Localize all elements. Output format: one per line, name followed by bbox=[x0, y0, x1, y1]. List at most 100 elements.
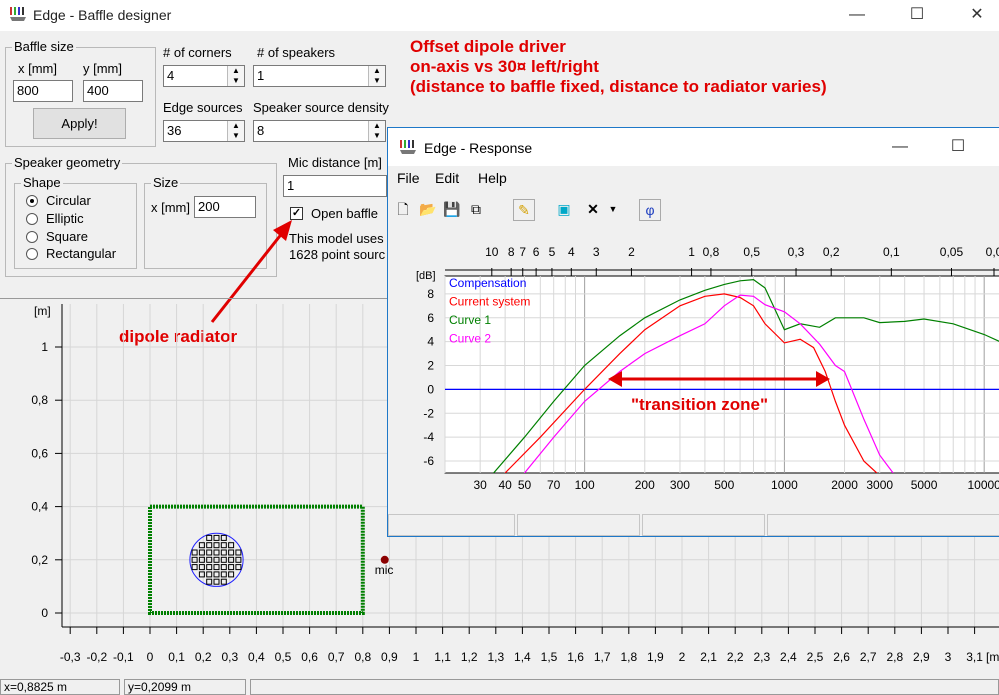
speaker-density-label: Speaker source density bbox=[253, 100, 389, 115]
response-y-tick-label: 6 bbox=[427, 311, 434, 325]
shape-legend: Shape bbox=[21, 175, 63, 190]
shape-circular-radio[interactable] bbox=[26, 195, 38, 207]
plot-x-tick-label: 0,5 bbox=[275, 650, 292, 664]
shape-rectangular-radio[interactable] bbox=[26, 248, 38, 260]
plot-x-tick-label: 1,4 bbox=[514, 650, 531, 664]
response-x-tick-label: 2000 bbox=[831, 478, 858, 492]
response-y-tick-label: -2 bbox=[423, 406, 434, 420]
menu-file[interactable]: File bbox=[397, 170, 420, 186]
dropdown-icon[interactable]: ▼ bbox=[606, 199, 620, 221]
plot-x-tick-label: 0,7 bbox=[328, 650, 345, 664]
response-top-tick-label: 5 bbox=[549, 245, 556, 259]
response-maximize-button[interactable]: ☐ bbox=[938, 134, 978, 160]
baffle-y-label: y [mm] bbox=[83, 61, 122, 76]
plot-x-tick-label: -0,1 bbox=[113, 650, 134, 664]
response-status-4 bbox=[767, 514, 999, 536]
plot-x-tick-label: 0,1 bbox=[168, 650, 185, 664]
phi-icon[interactable]: φ bbox=[639, 199, 661, 221]
response-x-tick-label: 10000 bbox=[967, 478, 999, 492]
speaker-geometry-legend: Speaker geometry bbox=[12, 155, 123, 170]
shape-rectangular-label: Rectangular bbox=[46, 246, 117, 261]
corners-input[interactable]: 4 ▲ ▼ bbox=[163, 65, 245, 87]
response-y-tick-label: 4 bbox=[427, 335, 434, 349]
response-minimize-button[interactable]: — bbox=[880, 134, 920, 160]
cube-icon[interactable]: ▣ bbox=[553, 199, 575, 221]
response-x-tick-label: 1000 bbox=[771, 478, 798, 492]
plot-x-tick-label: 0,9 bbox=[381, 650, 398, 664]
corners-label: # of corners bbox=[163, 45, 232, 60]
response-top-tick-label: 0,8 bbox=[703, 245, 720, 259]
corners-value: 4 bbox=[167, 68, 175, 83]
plot-x-tick-label: 0,8 bbox=[354, 650, 371, 664]
plot-x-tick-label: 2 bbox=[679, 650, 686, 664]
response-x-tick-label: 3000 bbox=[866, 478, 893, 492]
response-x-tick-label: 30 bbox=[473, 478, 487, 492]
speaker-point-source bbox=[235, 549, 242, 556]
menu-help[interactable]: Help bbox=[478, 170, 507, 186]
baffle-y-input[interactable]: 400 bbox=[83, 80, 143, 102]
open-icon[interactable]: 📂 bbox=[417, 199, 439, 221]
speaker-point-source bbox=[191, 564, 198, 571]
plot-x-tick-label: 1 bbox=[413, 650, 420, 664]
window-title: Edge - Baffle designer bbox=[33, 7, 172, 23]
plot-x-tick-label: 0 bbox=[147, 650, 154, 664]
shape-elliptic-radio[interactable] bbox=[26, 213, 38, 225]
speaker-density-input[interactable]: 8 ▲ ▼ bbox=[253, 120, 386, 142]
speaker-point-source bbox=[213, 549, 220, 556]
legend-entry-3: Curve 2 bbox=[449, 332, 491, 346]
plot-x-unit: [m bbox=[986, 650, 999, 664]
speaker-point-source bbox=[191, 549, 198, 556]
new-icon[interactable]: 🗋 bbox=[392, 199, 414, 221]
response-top-tick-label: 8 bbox=[508, 245, 515, 259]
edge-sources-spinner[interactable]: ▲ ▼ bbox=[227, 121, 244, 141]
speaker-point-source bbox=[206, 534, 213, 541]
pen-icon[interactable]: ✎ bbox=[513, 199, 535, 221]
menu-edit[interactable]: Edit bbox=[435, 170, 459, 186]
plot-x-tick-label: 2,4 bbox=[780, 650, 797, 664]
response-ylabel: [dB] bbox=[416, 270, 436, 282]
speaker-point-source bbox=[220, 542, 227, 549]
delete-icon[interactable]: ✕ bbox=[582, 199, 604, 221]
speaker-point-source bbox=[206, 578, 213, 585]
plot-x-tick-label: 2,3 bbox=[753, 650, 770, 664]
maximize-button[interactable]: ☐ bbox=[897, 2, 937, 28]
speaker-density-value: 8 bbox=[257, 123, 265, 138]
plot-x-tick-label: 2,1 bbox=[700, 650, 717, 664]
mic-distance-input[interactable]: 1 bbox=[283, 175, 387, 197]
response-top-tick-label: 0,2 bbox=[823, 245, 840, 259]
apply-button[interactable]: Apply! bbox=[33, 108, 126, 139]
speaker-density-spinner[interactable]: ▲ ▼ bbox=[368, 121, 385, 141]
response-y-tick-label: 0 bbox=[427, 382, 434, 396]
minimize-button[interactable]: — bbox=[837, 2, 877, 28]
speakers-spinner[interactable]: ▲ ▼ bbox=[368, 66, 385, 86]
plot-x-tick-label: 1,9 bbox=[647, 650, 664, 664]
edge-sources-input[interactable]: 36 ▲ ▼ bbox=[163, 120, 245, 142]
plot-x-tick-label: 1,8 bbox=[620, 650, 637, 664]
plot-x-tick-label: 2,5 bbox=[807, 650, 824, 664]
baffle-x-label: x [mm] bbox=[18, 61, 57, 76]
response-top-tick-label: 3 bbox=[593, 245, 600, 259]
response-y-tick-label: 8 bbox=[427, 287, 434, 301]
mic-label: mic bbox=[375, 563, 394, 577]
close-button[interactable]: ✕ bbox=[957, 2, 997, 28]
shape-square-radio[interactable] bbox=[26, 231, 38, 243]
response-y-tick-label: -6 bbox=[423, 454, 434, 468]
response-x-tick-label: 200 bbox=[635, 478, 655, 492]
response-top-tick-label: 0,1 bbox=[883, 245, 900, 259]
size-x-label: x [mm] bbox=[151, 200, 190, 215]
plot-x-tick-label: 0,4 bbox=[248, 650, 265, 664]
speaker-point-source bbox=[206, 571, 213, 578]
shape-circular-label: Circular bbox=[46, 193, 91, 208]
plot-x-tick-label: 2,6 bbox=[833, 650, 850, 664]
speakers-input[interactable]: 1 ▲ ▼ bbox=[253, 65, 386, 87]
speaker-point-source bbox=[213, 542, 220, 549]
copy-icon[interactable]: ⧉ bbox=[465, 199, 487, 221]
response-top-tick-label: 7 bbox=[519, 245, 526, 259]
baffle-x-input[interactable]: 800 bbox=[13, 80, 73, 102]
corners-spinner[interactable]: ▲ ▼ bbox=[227, 66, 244, 86]
plot-y-tick-label: 0,6 bbox=[31, 446, 48, 460]
save-icon[interactable]: 💾 bbox=[441, 199, 463, 221]
response-x-tick-label: 5000 bbox=[911, 478, 938, 492]
speaker-point-source bbox=[206, 542, 213, 549]
response-top-tick-label: 0,05 bbox=[940, 245, 964, 259]
